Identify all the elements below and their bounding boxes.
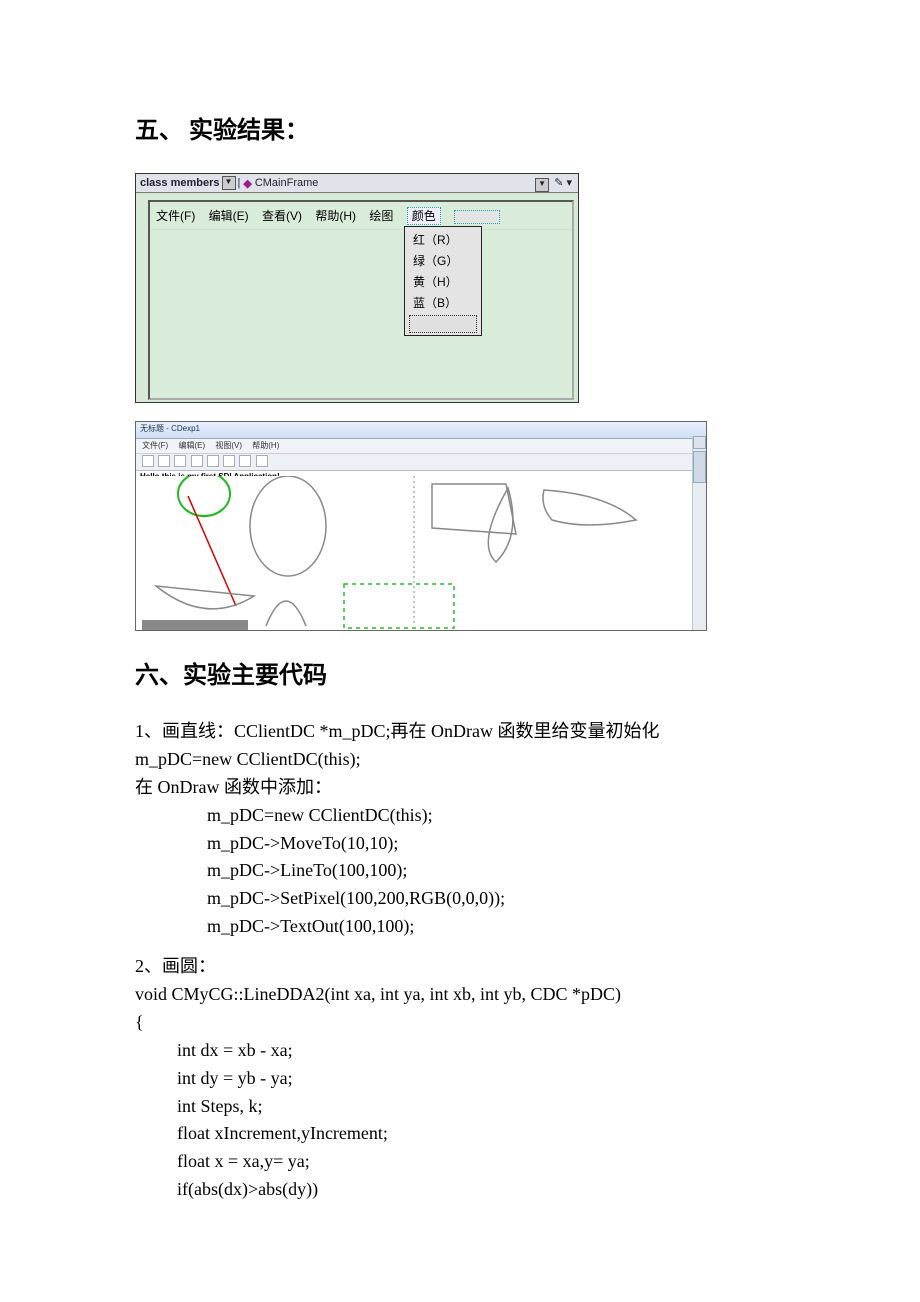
code-line: float x = xa,y= ya; [135, 1148, 790, 1176]
window-title: 无标题 - CDexp1 [140, 424, 200, 433]
tool-icon[interactable] [239, 455, 251, 467]
code-line: if(abs(dx)>abs(dy)) [135, 1176, 790, 1204]
code-line: int dy = yb - ya; [135, 1065, 790, 1093]
menu-blank [454, 210, 500, 224]
dropdown-item-blue[interactable]: 蓝（B） [405, 292, 481, 313]
menu-file[interactable]: 文件(F) [156, 209, 195, 223]
toolbar [136, 454, 706, 471]
dropdown-blank-item[interactable] [409, 315, 477, 333]
menu-edit[interactable]: 编辑(E) [209, 209, 249, 223]
section-5-heading: 五、 实验结果： [135, 110, 790, 145]
tool-icon[interactable] [142, 455, 154, 467]
code-line: int dx = xb - xa; [135, 1037, 790, 1065]
menu-bar: 文件(F) 编辑(E) 视图(V) 帮助(H) [136, 439, 706, 454]
sep: | [238, 177, 241, 189]
dropdown-icon: ▼ [222, 176, 236, 190]
menu-file[interactable]: 文件(F) [142, 441, 168, 450]
mainframe-label: CMainFrame [255, 177, 319, 189]
dropdown-item-yellow[interactable]: 黄（H） [405, 271, 481, 292]
code-line: m_pDC=new CClientDC(this); [135, 746, 790, 774]
gray-bar [142, 620, 248, 630]
vertical-scrollbar[interactable] [692, 436, 706, 630]
shapes-svg [136, 476, 692, 630]
menu-bar: 文件(F) 编辑(E) 查看(V) 帮助(H) 绘图 颜色 [150, 202, 572, 230]
color-dropdown: 红（R） 绿（G） 黄（H） 蓝（B） [404, 226, 482, 336]
code-line: 在 OnDraw 函数中添加： [135, 774, 790, 802]
code-line: void CMyCG::LineDDA2(int xa, int ya, int… [135, 981, 790, 1009]
drawing-canvas [136, 476, 692, 630]
code-line: m_pDC->SetPixel(100,200,RGB(0,0,0)); [135, 885, 790, 913]
code-line: m_pDC=new CClientDC(this); [135, 802, 790, 830]
screenshot-drawing-app: 无标题 - CDexp1 文件(F) 编辑(E) 视图(V) 帮助(H) Hel… [135, 421, 707, 631]
right-controls: ▼ ✎ ▾ [533, 176, 572, 192]
dropdown-item-red[interactable]: 红（R） [405, 229, 481, 250]
menu-view[interactable]: 查看(V) [262, 209, 302, 223]
class-members-label: class members [140, 177, 220, 189]
code-line: 1、画直线：CClientDC *m_pDC;再在 OnDraw 函数里给变量初… [135, 718, 790, 746]
class-icon: ◆ [243, 177, 251, 190]
menu-view[interactable]: 视图(V) [215, 441, 242, 450]
ide-combo-bar: class members ▼ | ◆ CMainFrame ▼ ✎ ▾ [136, 174, 578, 193]
dropdown-item-green[interactable]: 绿（G） [405, 250, 481, 271]
app-window: 文件(F) 编辑(E) 查看(V) 帮助(H) 绘图 颜色 红（R） 绿（G） … [148, 200, 574, 400]
menu-help[interactable]: 帮助(H) [252, 441, 279, 450]
code-line: int Steps, k; [135, 1093, 790, 1121]
code-line: m_pDC->LineTo(100,100); [135, 857, 790, 885]
menu-draw[interactable]: 绘图 [369, 209, 393, 223]
menu-color[interactable]: 颜色 [407, 207, 441, 225]
tool-icon[interactable] [223, 455, 235, 467]
code-line: { [135, 1009, 790, 1037]
code-line: float xIncrement,yIncrement; [135, 1120, 790, 1148]
tool-icon[interactable] [207, 455, 219, 467]
scroll-up-icon[interactable] [693, 436, 706, 449]
screenshot-menu-dropdown: class members ▼ | ◆ CMainFrame ▼ ✎ ▾ 文件(… [135, 173, 579, 403]
document-page: 五、 实验结果： class members ▼ | ◆ CMainFrame … [0, 0, 920, 1264]
menu-edit[interactable]: 编辑(E) [178, 441, 205, 450]
tool-icon[interactable] [158, 455, 170, 467]
dropdown-icon: ▼ [535, 178, 549, 192]
tool-icon[interactable] [191, 455, 203, 467]
code-line: m_pDC->TextOut(100,100); [135, 913, 790, 941]
tool-icon[interactable] [256, 455, 268, 467]
tool-icon[interactable] [174, 455, 186, 467]
menu-help[interactable]: 帮助(H) [315, 209, 356, 223]
title-bar: 无标题 - CDexp1 [136, 422, 706, 439]
section-6-heading: 六、实验主要代码 [135, 655, 790, 690]
code-line: 2、画圆： [135, 953, 790, 981]
scroll-thumb[interactable] [693, 451, 706, 483]
code-line: m_pDC->MoveTo(10,10); [135, 830, 790, 858]
